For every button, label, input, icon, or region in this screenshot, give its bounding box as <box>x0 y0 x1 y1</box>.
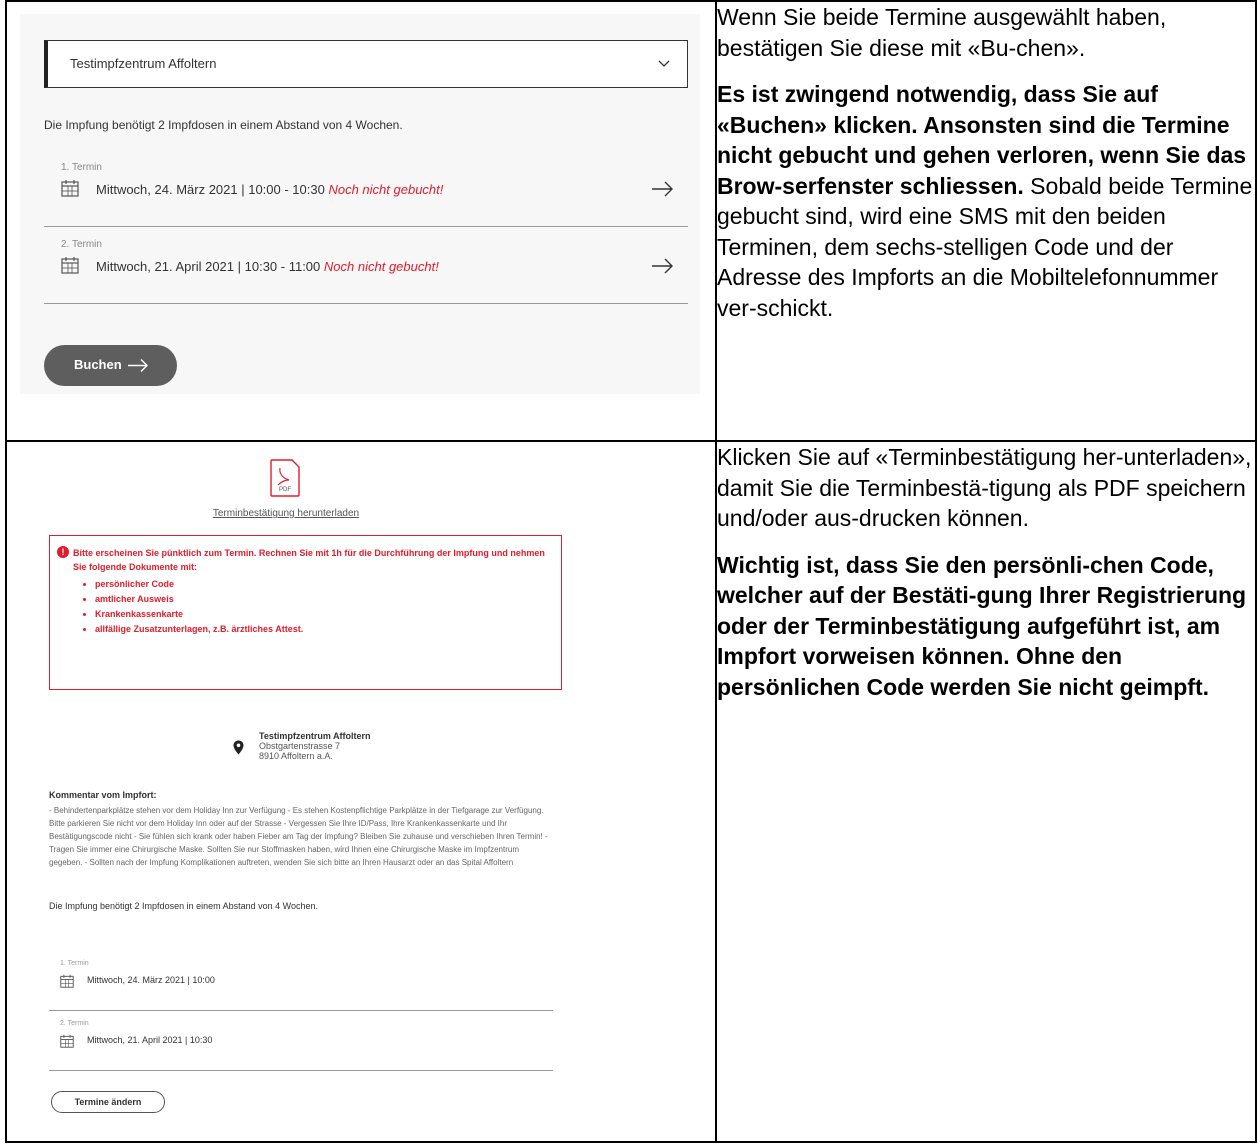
appointment-label: 2. Termin <box>60 1020 89 1027</box>
appointment-date: Mittwoch, 24. März 2021 | 10:00 - 10:30 … <box>96 182 444 197</box>
confirmation-screenshot: PDF Terminbestätigung herunterladen ! Bi… <box>21 448 711 1113</box>
arrow-right-icon[interactable] <box>650 180 674 198</box>
arrow-right-icon <box>128 359 148 372</box>
instruction-paragraph: Es ist zwingend notwendig, dass Sie auf … <box>717 79 1255 323</box>
location-city: 8910 Affoltern a.A. <box>259 751 333 761</box>
appointment-label: 2. Termin <box>61 239 102 250</box>
warning-text: Bitte erscheinen Sie pünktlich zum Termi… <box>73 548 545 572</box>
book-button[interactable]: Buchen <box>44 345 177 386</box>
exclamation-icon: ! <box>57 546 69 558</box>
select-value: Testimpfzentrum Affoltern <box>70 56 217 71</box>
calendar-icon <box>60 1034 74 1048</box>
comment-text: - Behindertenparkplätze stehen vor dem H… <box>49 806 548 867</box>
appointment-row-2[interactable]: 2. Termin Mittwoch, 21. April 2021 | 10:… <box>44 227 688 304</box>
step2-instructions-cell: Klicken Sie auf «Terminbestätigung her-u… <box>715 440 1257 1143</box>
vaccination-center-select[interactable]: Testimpfzentrum Affoltern <box>44 40 688 88</box>
location-street: Obstgartenstrasse 7 <box>259 741 341 751</box>
list-item: Krankenkassenkarte <box>95 607 303 622</box>
book-button-label: Buchen <box>74 357 122 372</box>
instruction-table: Testimpfzentrum Affoltern Die Impfung be… <box>5 0 1257 1143</box>
address: Testimpfzentrum Affoltern Obstgartenstra… <box>259 731 371 761</box>
instruction-paragraph: Klicken Sie auf «Terminbestätigung her-u… <box>717 444 1252 531</box>
location-name: Testimpfzentrum Affoltern <box>259 731 371 741</box>
document-list: persönlicher Code amtlicher Ausweis Kran… <box>83 577 303 637</box>
appointment-label: 1. Termin <box>60 960 89 967</box>
appointment-row-1[interactable]: 1. Termin Mittwoch, 24. März 2021 | 10:0… <box>44 150 688 227</box>
status-not-booked: Noch nicht gebucht! <box>323 259 439 274</box>
download-confirmation-link[interactable]: Terminbestätigung herunterladen <box>21 508 551 519</box>
appointment-row-2: 2. Termin Mittwoch, 21. April 2021 | 10:… <box>49 1010 553 1071</box>
appointment-date: Mittwoch, 21. April 2021 | 10:30 <box>87 1035 213 1045</box>
instruction-paragraph: Wenn Sie beide Termine ausgewählt haben,… <box>717 4 1167 61</box>
warning-box: ! Bitte erscheinen Sie pünktlich zum Ter… <box>49 535 562 690</box>
booking-screenshot: Testimpfzentrum Affoltern Die Impfung be… <box>20 14 700 394</box>
dose-note: Die Impfung benötigt 2 Impfdosen in eine… <box>49 901 319 911</box>
list-item: allfällige Zusatzunterlagen, z.B. ärztli… <box>95 622 303 637</box>
appointment-row-1: 1. Termin Mittwoch, 24. März 2021 | 10:0… <box>49 950 553 1011</box>
change-appointments-button[interactable]: Termine ändern <box>51 1091 165 1113</box>
comment-title: Kommentar vom Impfort: <box>49 790 157 800</box>
chevron-down-icon <box>658 60 670 67</box>
change-button-label: Termine ändern <box>74 1097 142 1107</box>
status-not-booked: Noch nicht gebucht! <box>328 182 444 197</box>
instruction-paragraph: Wichtig ist, dass Sie den persönli-chen … <box>717 550 1255 703</box>
list-item: persönlicher Code <box>95 577 303 592</box>
instruction-bold: Wichtig ist, dass Sie den persönli-chen … <box>717 551 1247 700</box>
step1-instructions-cell: Wenn Sie beide Termine ausgewählt haben,… <box>715 0 1257 442</box>
step2-screenshot-cell: PDF Terminbestätigung herunterladen ! Bi… <box>5 440 717 1143</box>
dose-note: Die Impfung benötigt 2 Impfdosen in eine… <box>44 118 403 132</box>
list-item: amtlicher Ausweis <box>95 592 303 607</box>
step1-screenshot-cell: Testimpfzentrum Affoltern Die Impfung be… <box>5 0 717 442</box>
pdf-icon[interactable]: PDF <box>269 458 301 498</box>
appointment-date: Mittwoch, 24. März 2021 | 10:00 <box>87 975 215 985</box>
calendar-icon <box>61 257 79 274</box>
map-pin-icon <box>233 740 244 755</box>
appointment-label: 1. Termin <box>61 162 102 173</box>
calendar-icon <box>60 974 74 988</box>
arrow-right-icon[interactable] <box>650 257 674 275</box>
calendar-icon <box>61 180 79 197</box>
appointment-date: Mittwoch, 21. April 2021 | 10:30 - 11:00… <box>96 259 439 274</box>
pdf-icon-text: PDF <box>279 487 291 493</box>
